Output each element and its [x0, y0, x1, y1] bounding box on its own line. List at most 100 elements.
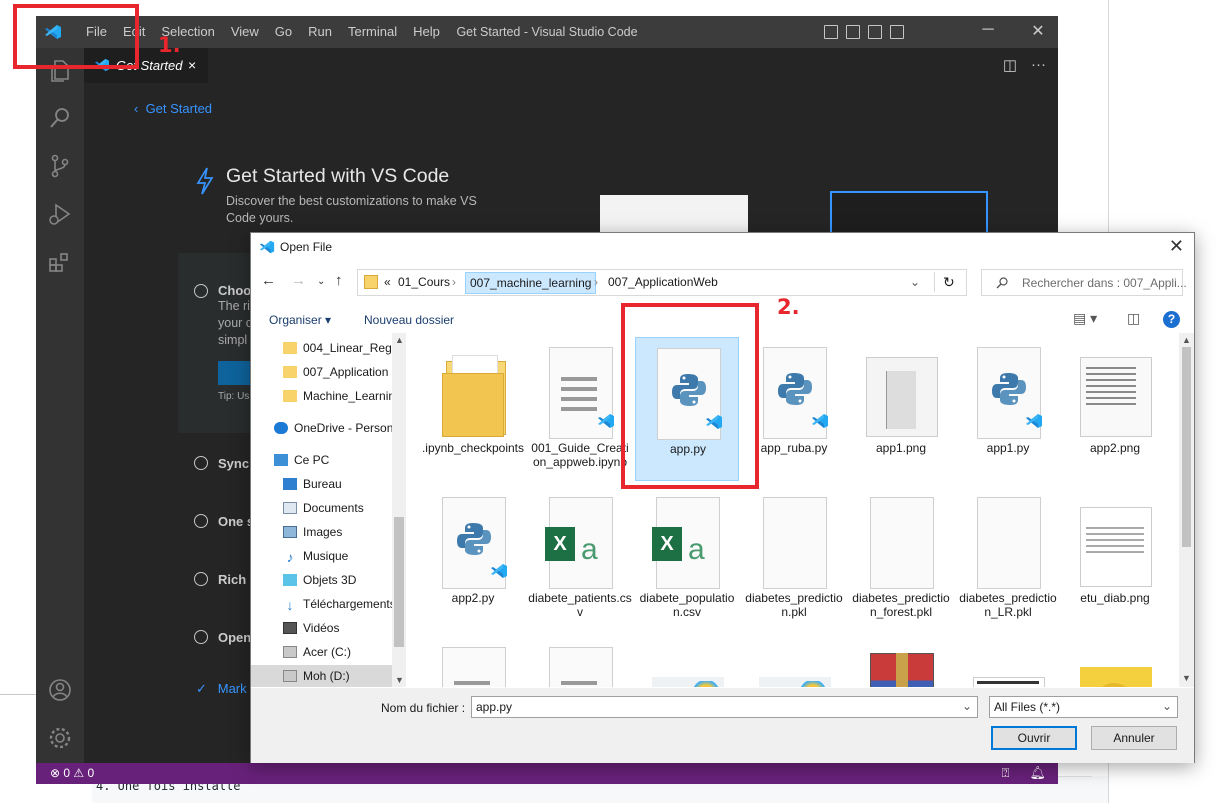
tree-item-bureau[interactable]: Bureau	[251, 473, 392, 495]
menu-terminal[interactable]: Terminal	[340, 16, 405, 48]
file-item[interactable]: .ipynb_checkpoints	[421, 337, 525, 481]
scroll-down-icon[interactable]: ▼	[395, 675, 404, 685]
scroll-up-icon[interactable]: ▲	[395, 335, 404, 345]
step-sync[interactable]: Sync	[218, 456, 249, 471]
address-dropdown-chevron-icon[interactable]: ⌄	[910, 275, 920, 289]
toggle-panel-icon[interactable]	[846, 25, 860, 39]
file-item[interactable]	[849, 637, 953, 687]
step-choose-theme[interactable]: Choo	[218, 283, 251, 298]
back-arrow-icon[interactable]: ←	[261, 272, 276, 289]
filename-value: app.py	[476, 700, 513, 714]
notifications-icon[interactable]: 🔔︎	[1029, 765, 1046, 781]
file-item[interactable]	[742, 637, 846, 687]
tree-item-machine-learning[interactable]: Machine_Learnin	[251, 385, 392, 407]
refresh-icon[interactable]: ↻	[934, 272, 955, 292]
preview-pane-icon[interactable]: ◫	[1127, 310, 1140, 327]
tree-scrollbar[interactable]: ▲ ▼	[392, 333, 406, 687]
file-item[interactable]	[1063, 637, 1167, 687]
tree-item-videos[interactable]: Vidéos	[251, 617, 392, 639]
tree-item-ce-pc[interactable]: Ce PC	[251, 449, 392, 471]
step-rich-support[interactable]: Rich	[218, 572, 246, 587]
extensions-icon[interactable]	[46, 248, 74, 276]
settings-gear-icon[interactable]	[46, 724, 74, 752]
tab-close-icon[interactable]: ×	[188, 57, 196, 73]
tree-item-musique[interactable]: ♪ Musique	[251, 545, 392, 567]
tree-item-objets-3d[interactable]: Objets 3D	[251, 569, 392, 591]
tree-item-documents[interactable]: Documents	[251, 497, 392, 519]
tree-item-moh-d[interactable]: Moh (D:)	[251, 665, 392, 687]
run-debug-icon[interactable]	[46, 200, 74, 228]
scroll-up-icon[interactable]: ▲	[1182, 335, 1191, 345]
objects3d-icon	[283, 574, 297, 586]
file-item[interactable]: 001_Guide_Creation_appweb.ipynb	[528, 337, 632, 481]
file-item[interactable]: app1.py	[956, 337, 1060, 481]
tree-scroll-thumb[interactable]	[394, 517, 404, 647]
step-one-shortcut[interactable]: One s	[218, 514, 254, 529]
file-item[interactable]	[528, 637, 632, 687]
file-item[interactable]: app2.png	[1063, 337, 1167, 481]
tree-item-onedrive[interactable]: OneDrive - Person	[251, 417, 392, 439]
theme-preview-light[interactable]	[600, 195, 748, 235]
search-box[interactable]: Rechercher dans : 007_Appli...	[981, 269, 1187, 296]
cancel-button[interactable]: Annuler	[1091, 726, 1177, 750]
mark-done-link[interactable]: ✓ Mark	[196, 681, 247, 697]
file-item[interactable]: diabetes_prediction_forest.pkl	[849, 487, 953, 631]
file-item[interactable]: app2.py	[421, 487, 525, 631]
recent-locations-chevron-icon[interactable]: ⌄	[317, 276, 325, 287]
breadcrumb[interactable]: ‹ Get Started	[134, 101, 212, 116]
accounts-icon[interactable]	[46, 676, 74, 704]
step-open-folder[interactable]: Open	[218, 630, 251, 645]
search-icon[interactable]	[46, 104, 74, 132]
menu-help[interactable]: Help	[405, 16, 448, 48]
more-actions-icon[interactable]: ···	[1031, 56, 1046, 74]
menu-go[interactable]: Go	[267, 16, 300, 48]
file-item[interactable]	[956, 637, 1060, 687]
file-item[interactable]: diabetes_prediction.pkl	[742, 487, 846, 631]
split-editor-icon[interactable]: ◫	[1003, 56, 1017, 74]
breadcrumb-overflow[interactable]: «	[384, 275, 391, 289]
help-icon[interactable]: ?	[1163, 311, 1180, 328]
tree-item-acer-c[interactable]: Acer (C:)	[251, 641, 392, 663]
breadcrumb-007-machine-learning[interactable]: 007_machine_learning	[465, 272, 597, 294]
open-button[interactable]: Ouvrir	[991, 726, 1077, 750]
file-item[interactable]: Xa diabete_patients.csv	[528, 487, 632, 631]
file-item[interactable]	[421, 637, 525, 687]
tree-item-telechargements[interactable]: ↓ Téléchargements	[251, 593, 393, 615]
files-scroll-thumb[interactable]	[1182, 347, 1191, 547]
file-item[interactable]: etu_diab.png	[1063, 487, 1167, 631]
breadcrumb-01-cours[interactable]: 01_Cours	[398, 275, 450, 289]
toggle-sidebar-icon[interactable]	[824, 25, 838, 39]
dialog-close-icon[interactable]: ✕	[1169, 236, 1184, 257]
up-arrow-icon[interactable]: ↑	[335, 272, 343, 289]
tree-item-images[interactable]: Images	[251, 521, 392, 543]
files-scrollbar[interactable]: ▲ ▼	[1179, 333, 1194, 687]
file-item[interactable]: Xa diabete_population.csv	[635, 487, 739, 631]
dialog-title: Open File	[280, 240, 333, 254]
theme-preview-dark[interactable]	[830, 191, 988, 235]
source-control-icon[interactable]	[46, 152, 74, 180]
search-icon	[996, 277, 1008, 289]
toggle-secondary-sidebar-icon[interactable]	[868, 25, 882, 39]
file-item[interactable]: diabetes_prediction_LR.pkl	[956, 487, 1060, 631]
tree-item-004-linear[interactable]: 004_Linear_Regre	[251, 337, 392, 359]
new-folder-button[interactable]: Nouveau dossier	[364, 313, 454, 327]
file-item[interactable]: app1.png	[849, 337, 953, 481]
tree-item-007-application[interactable]: 007_Application	[251, 361, 392, 383]
view-options-icon[interactable]: ▤ ▾	[1073, 310, 1097, 327]
menu-view[interactable]: View	[223, 16, 267, 48]
organize-menu-button[interactable]: Organiser ▾	[269, 313, 331, 327]
filename-dropdown-chevron-icon[interactable]: ⌄	[962, 699, 972, 713]
problems-status[interactable]: ⊗ 0 ⚠ 0	[50, 766, 94, 780]
address-bar[interactable]: « 01_Cours › 007_machine_learning › 007_…	[357, 269, 967, 296]
breadcrumb-007-applicationweb[interactable]: 007_ApplicationWeb	[608, 275, 718, 289]
feedback-icon[interactable]: ⍰	[1002, 765, 1010, 781]
customize-layout-icon[interactable]	[890, 25, 904, 39]
file-type-select[interactable]: All Files (*.*) ⌄	[989, 696, 1178, 718]
scroll-down-icon[interactable]: ▼	[1182, 673, 1191, 683]
close-icon[interactable]: ✕	[1018, 16, 1058, 48]
maximize-icon[interactable]	[972, 16, 1012, 48]
file-item[interactable]	[635, 637, 739, 687]
filename-input[interactable]: app.py ⌄	[471, 696, 978, 718]
forward-arrow-icon[interactable]: →	[291, 272, 306, 289]
menu-run[interactable]: Run	[300, 16, 340, 48]
